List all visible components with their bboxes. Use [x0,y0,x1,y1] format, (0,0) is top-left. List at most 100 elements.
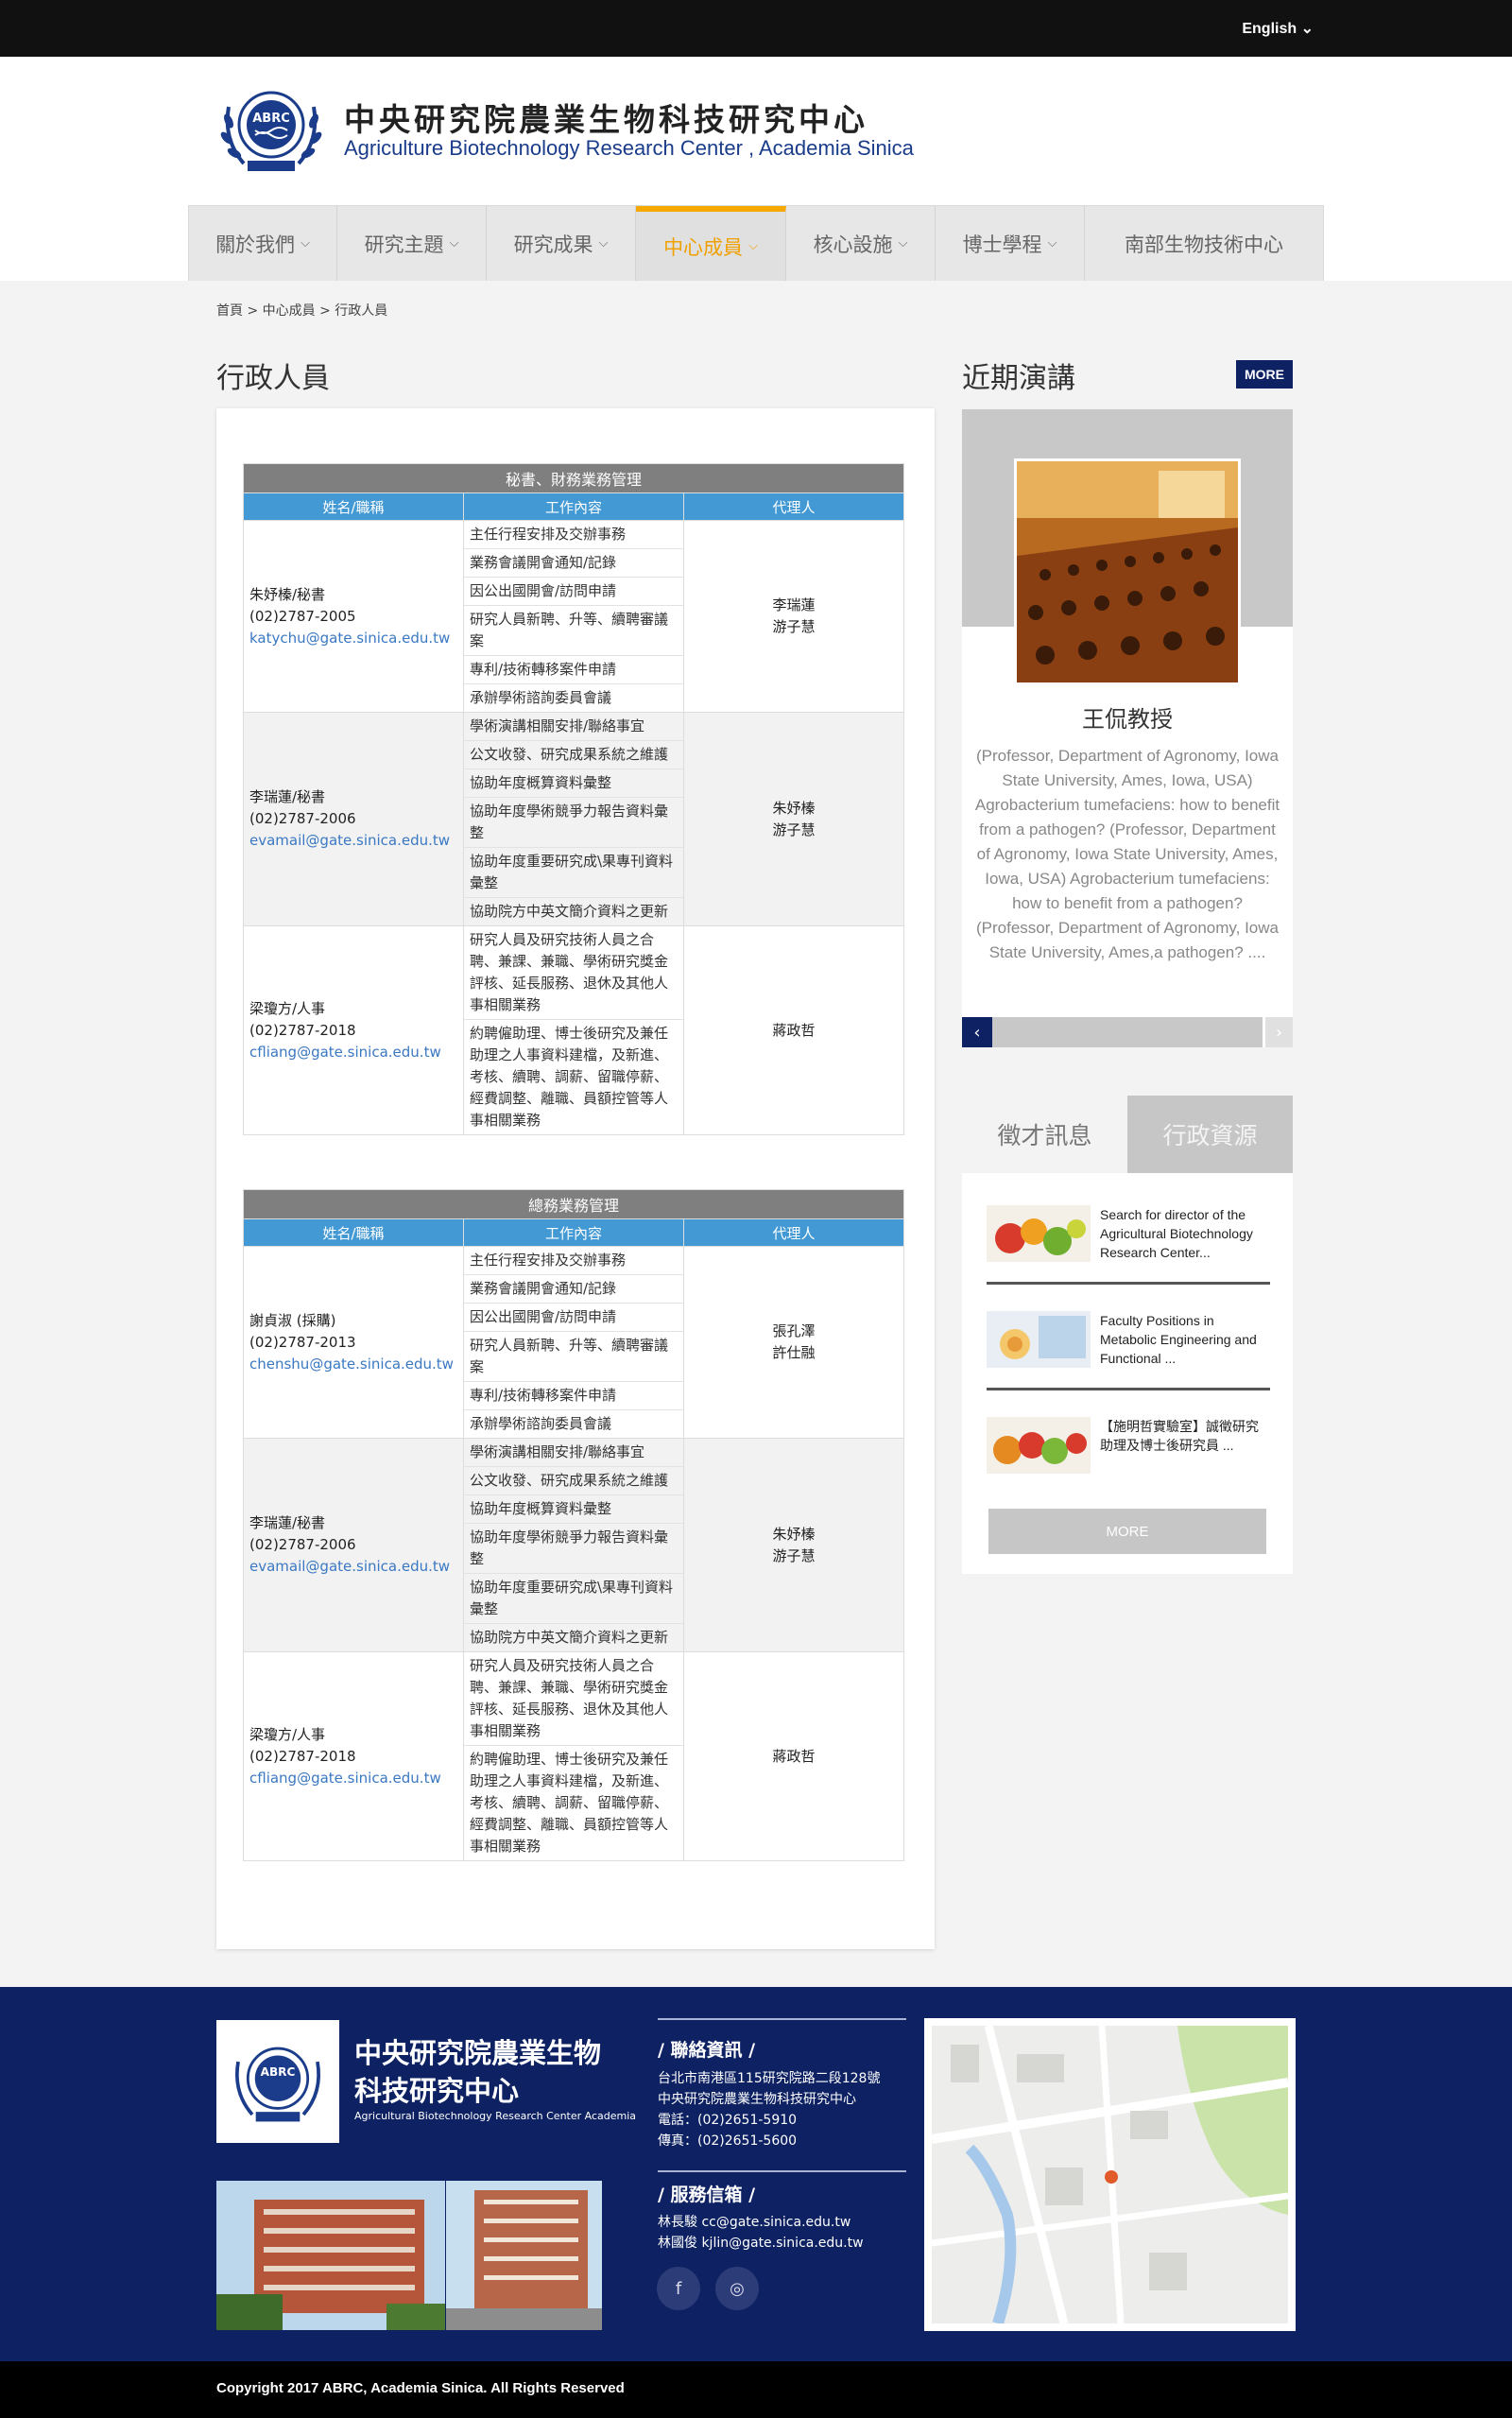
list-item[interactable]: Faculty Positions in Metabolic Engineeri… [987,1296,1270,1390]
fruit-thumbnail [987,1205,1091,1262]
nav-label: 研究成果 [513,233,593,256]
staff-name: 謝貞淑 (採購) [249,1311,336,1329]
nav-core-facilities[interactable]: 核心設施 ⌵ [786,206,936,281]
talks-more-button[interactable]: MORE [1236,360,1293,389]
lab-thumbnail [987,1311,1091,1368]
breadcrumb-separator: > [319,303,331,319]
deputy-name: 游子慧 [772,1546,816,1564]
staff-phone: (02)2787-2018 [249,1747,356,1765]
abrc-seal-icon: ABRC [220,91,322,171]
chevron-down-icon: ⌵ [898,236,908,250]
list-item[interactable]: Search for director of the Agricultural … [987,1190,1270,1285]
chevron-left-icon[interactable]: ‹ [962,1017,992,1047]
main-nav: 關於我們 ⌵ 研究主題 ⌵ 研究成果 ⌵ 中心成員 ⌵ 核心設施 ⌵ 博士學程 ⌵ 南部生物… [188,205,1324,282]
chevron-down-icon: ⌄ [1297,21,1314,37]
chevron-down-icon: ⌵ [301,236,310,250]
duty-item: 學術演講相關安排/聯絡事宜 [464,1439,683,1467]
nav-about[interactable]: 關於我們 ⌵ [189,206,337,281]
footer-org-name-en: Agricultural Biotechnology Research Cent… [354,2110,637,2122]
svg-text:ABRC: ABRC [252,112,290,126]
instagram-icon[interactable]: ◎ [715,2267,759,2310]
location-map[interactable] [924,2018,1296,2331]
table-row: 朱妤榛/秘書 (02)2787-2005 katychu@gate.sinica.e… [243,520,905,713]
staff-table-general-affairs: 總務業務管理 姓名/職稱 工作內容 代理人 謝貞淑 (採購) (02)2787-2… [242,1189,905,1861]
talk-card[interactable]: 王侃教授 (Professor, Department of Agronomy,… [962,409,1293,1047]
duty-item: 研究人員新聘、升等、續聘審議案 [464,606,683,656]
duty-item: 約聘僱助理、博士後研究及兼任助理之人事資料建檔，及新進、考核、續聘、調薪、留職停… [470,1025,669,1129]
duty-item: 公文收發、研究成果系統之維護 [464,1467,683,1495]
tab-admin-resources[interactable]: 行政資源 [1127,1096,1293,1173]
footer-logo[interactable]: ABRC [216,2020,339,2143]
talk-slider-bar: ‹ › [962,1017,1293,1047]
language-label: English [1242,21,1297,37]
staff-email-link[interactable]: cfliang@gate.sinica.edu.tw [249,1042,457,1063]
facebook-icon[interactable]: f [657,2267,700,2310]
fax-text: 傳真：(02)2651-5600 [658,2133,798,2149]
duty-item: 協助年度概算資料彙整 [464,1495,683,1524]
duty-item: 協助院方中英文簡介資料之更新 [470,1629,669,1646]
deputy-name: 蔣政哲 [772,1747,816,1765]
deputy-name: 張孔澤 [772,1322,816,1339]
column-header-deputy: 代理人 [682,492,905,521]
staff-name: 朱妤榛/秘書 [249,585,326,603]
nav-members[interactable]: 中心成員 ⌵ [636,206,786,281]
duty-item: 協助年度學術競爭力報告資料彙整 [464,1524,683,1574]
staff-name: 梁瓊方/人事 [249,999,326,1017]
staff-email-link[interactable]: chenshu@gate.sinica.edu.tw [249,1354,457,1375]
duty-item: 協助年度重要研究成\果專刊資料彙整 [464,848,683,898]
duty-item: 因公出國開會/訪問申請 [464,1304,683,1332]
duty-item: 學術演講相關安排/聯絡事宜 [464,713,683,741]
nav-phd-program[interactable]: 博士學程 ⌵ [936,206,1085,281]
list-item[interactable]: 【施明哲實驗室】誠徵研究助理及博士後研究員 ... [987,1402,1270,1496]
chevron-down-icon: ⌵ [1047,236,1057,250]
nav-research-results[interactable]: 研究成果 ⌵ [487,206,636,281]
site-logo[interactable]: ABRC 中央研究院農業生物科技研究中心 Agriculture Biotech… [215,83,915,173]
info-tabs: 徵才訊息 行政資源 Search for director of the Agr… [962,1096,1293,1574]
deputy-name: 許仕融 [772,1344,816,1361]
duty-item: 專利/技術轉移案件申請 [464,656,683,684]
deputy-name: 朱妤榛 [772,799,816,817]
breadcrumb-members[interactable]: 中心成員 [263,303,316,319]
deputy-name: 游子慧 [772,820,816,838]
staff-email-link[interactable]: evamail@gate.sinica.edu.tw [249,830,457,852]
lecture-hall-photo [1014,458,1241,685]
contact-email-1[interactable]: 林長駿 cc@gate.sinica.edu.tw [658,2212,850,2233]
duty-item: 主任行程安排及交辦事務 [464,1247,683,1275]
table-row: 李瑞蓮/秘書 (02)2787-2006 evamail@gate.sinica.e… [243,712,905,926]
mailbox-heading: / 服務信箱 / [658,2185,756,2205]
staff-email-link[interactable]: cfliang@gate.sinica.edu.tw [249,1768,457,1789]
nav-research-topics[interactable]: 研究主題 ⌵ [337,206,487,281]
staff-phone: (02)2787-2006 [249,1536,356,1553]
staff-name: 李瑞蓮/秘書 [249,788,326,805]
svg-text:ABRC: ABRC [261,2065,296,2079]
contact-email-2[interactable]: 林國俊 kjlin@gate.sinica.edu.tw [658,2233,864,2254]
chevron-down-icon: ⌵ [449,236,459,250]
staff-email-link[interactable]: evamail@gate.sinica.edu.tw [249,1556,457,1578]
nav-label: 博士學程 [962,233,1042,256]
deputy-name: 蔣政哲 [772,1021,816,1039]
duty-item: 協助年度學術競爭力報告資料彙整 [464,798,683,848]
duty-item: 研究人員新聘、升等、續聘審議案 [464,1332,683,1382]
nav-label: 南部生物技術中心 [1125,233,1283,256]
breadcrumb-current: 行政人員 [335,303,388,319]
staff-phone: (02)2787-2006 [249,810,356,827]
nav-label: 中心成員 [663,235,744,259]
nav-southern-center[interactable]: 南部生物技術中心 [1085,206,1323,281]
top-bar: English ⌄ [0,0,1512,57]
language-switcher[interactable]: English ⌄ [1242,19,1314,38]
tab-recruitment[interactable]: 徵才訊息 [962,1096,1127,1173]
duty-item: 業務會議開會通知/記錄 [464,1275,683,1304]
section-title: 秘書、財務業務管理 [242,463,905,493]
jobs-more-button[interactable]: MORE [988,1509,1266,1554]
staff-phone: (02)2787-2018 [249,1021,356,1039]
duty-item: 因公出國開會/訪問申請 [464,578,683,606]
staff-email-link[interactable]: katychu@gate.sinica.edu.tw [249,628,457,649]
job-title: Search for director of the Agricultural … [1100,1207,1253,1260]
duty-item: 協助年度重要研究成\果專刊資料彙整 [464,1574,683,1624]
chevron-down-icon: ⌵ [598,236,609,250]
chevron-right-icon[interactable]: › [1263,1017,1293,1047]
duty-item: 專利/技術轉移案件申請 [464,1382,683,1410]
breadcrumb-home[interactable]: 首頁 [216,303,243,319]
duty-item: 協助年度概算資料彙整 [464,769,683,798]
chevron-down-icon: ⌵ [748,239,758,253]
